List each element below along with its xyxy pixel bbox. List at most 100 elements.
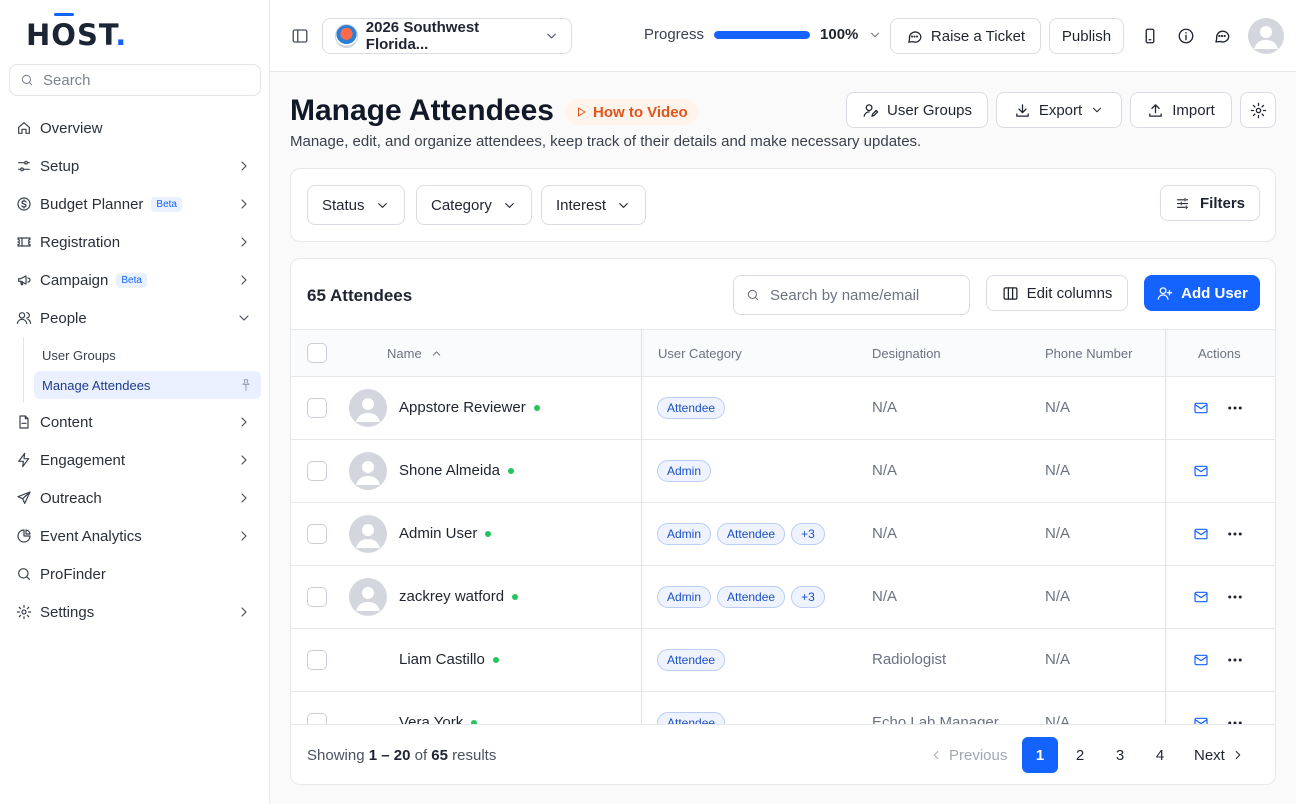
export-label: Export xyxy=(1038,101,1083,119)
sidebar-subitem-manage-attendees[interactable]: Manage Attendees xyxy=(34,371,261,399)
sidebar-item-content[interactable]: Content xyxy=(0,403,270,441)
how-to-video-link[interactable]: How to Video xyxy=(565,99,698,125)
search-icon xyxy=(18,568,30,580)
row-checkbox[interactable] xyxy=(307,398,327,418)
previous-page-button[interactable]: Previous xyxy=(929,737,1007,773)
table-row[interactable]: Liam Castillo Attendee Radiologist N/A xyxy=(291,629,1275,692)
table-row[interactable]: Appstore Reviewer Attendee N/A N/A xyxy=(291,377,1275,440)
mail-icon[interactable] xyxy=(1193,652,1209,668)
people-subnav: User Groups Manage Attendees xyxy=(23,337,270,403)
online-status-dot xyxy=(492,656,499,663)
beta-badge: Beta xyxy=(116,272,147,288)
how-to-video-label: How to Video xyxy=(593,103,688,121)
sidebar-item-overview[interactable]: Overview xyxy=(0,109,270,147)
sidebar-subitem-label: User Groups xyxy=(42,347,116,363)
export-button[interactable]: Export xyxy=(996,92,1122,128)
import-button[interactable]: Import xyxy=(1130,92,1232,128)
edit-columns-button[interactable]: Edit columns xyxy=(986,275,1128,311)
messages-icon[interactable] xyxy=(1213,27,1231,45)
mail-icon[interactable] xyxy=(1193,463,1209,479)
mail-icon[interactable] xyxy=(1193,526,1209,542)
sidebar-item-budget-planner[interactable]: Budget Planner Beta xyxy=(0,185,270,223)
row-checkbox[interactable] xyxy=(307,713,327,724)
sidebar-subitem-user-groups[interactable]: User Groups xyxy=(34,341,261,369)
interest-filter-dropdown[interactable]: Interest xyxy=(541,185,647,225)
user-category-tags: Attendee xyxy=(657,712,726,724)
user-plus-icon xyxy=(1157,286,1173,300)
sidebar-search-input[interactable]: Search xyxy=(9,64,261,96)
row-checkbox[interactable] xyxy=(307,587,327,607)
sidebar-item-settings[interactable]: Settings xyxy=(0,593,270,631)
add-user-button[interactable]: Add User xyxy=(1144,275,1260,311)
attendee-name[interactable]: Shone Almeida xyxy=(399,462,514,479)
table-row[interactable]: Shone Almeida Admin N/A N/A xyxy=(291,440,1275,503)
progress-indicator[interactable]: Progress 100% xyxy=(644,26,882,43)
user-groups-button[interactable]: User Groups xyxy=(846,92,988,128)
table-pagination: Showing 1 – 20 of 65 results Previous 12… xyxy=(291,724,1275,784)
category-filter-dropdown[interactable]: Category xyxy=(416,185,532,225)
status-filter-dropdown[interactable]: Status xyxy=(307,185,405,225)
column-header-phone[interactable]: Phone Number xyxy=(1045,346,1132,361)
actions-column-divider xyxy=(1165,329,1166,724)
more-options-icon[interactable] xyxy=(1226,714,1244,724)
page-1-button[interactable]: 1 xyxy=(1022,737,1058,773)
attendee-name[interactable]: zackrey watford xyxy=(399,588,519,605)
next-page-button[interactable]: Next xyxy=(1194,737,1245,773)
event-selector[interactable]: 2026 Southwest Florida... xyxy=(322,18,572,54)
publish-button[interactable]: Publish xyxy=(1049,18,1124,54)
sidebar-item-registration[interactable]: Registration xyxy=(0,223,270,261)
sidebar-item-setup[interactable]: Setup xyxy=(0,147,270,185)
page-4-button[interactable]: 4 xyxy=(1142,737,1178,773)
mail-icon[interactable] xyxy=(1193,589,1209,605)
designation-cell: Radiologist xyxy=(872,651,947,668)
settings-button[interactable] xyxy=(1240,92,1276,128)
mail-icon[interactable] xyxy=(1193,400,1209,416)
attendee-search-input[interactable]: Search by name/email xyxy=(733,275,970,315)
row-checkbox[interactable] xyxy=(307,650,327,670)
chevron-right-icon xyxy=(1235,750,1241,760)
sidebar-item-engagement[interactable]: Engagement xyxy=(0,441,270,479)
page-3-button[interactable]: 3 xyxy=(1102,737,1138,773)
row-checkbox[interactable] xyxy=(307,461,327,481)
sidebar-item-campaign[interactable]: Campaign Beta xyxy=(0,261,270,299)
chevron-right-icon xyxy=(241,493,247,503)
category-filter-label: Category xyxy=(431,196,492,214)
more-options-icon[interactable] xyxy=(1226,651,1244,669)
column-header-category[interactable]: User Category xyxy=(658,346,742,361)
column-header-designation[interactable]: Designation xyxy=(872,346,941,361)
chevron-right-icon xyxy=(241,531,247,541)
user-avatar[interactable] xyxy=(1248,18,1284,54)
page-2-button[interactable]: 2 xyxy=(1062,737,1098,773)
raise-ticket-button[interactable]: Raise a Ticket xyxy=(890,18,1041,54)
row-checkbox[interactable] xyxy=(307,524,327,544)
online-status-dot xyxy=(512,593,519,600)
phone-cell: N/A xyxy=(1045,588,1071,605)
info-icon[interactable] xyxy=(1177,27,1195,45)
designation-cell: N/A xyxy=(872,462,898,479)
attendee-name[interactable]: Liam Castillo xyxy=(399,651,499,668)
more-options-icon[interactable] xyxy=(1226,588,1244,606)
select-all-checkbox[interactable] xyxy=(307,343,327,363)
sidebar-item-people[interactable]: People xyxy=(0,299,270,337)
mobile-preview-icon[interactable] xyxy=(1141,27,1159,45)
table-row[interactable]: zackrey watford Admin Attendee +3 N/A N/A xyxy=(291,566,1275,629)
columns-icon xyxy=(1003,286,1018,300)
attendee-name[interactable]: Vera York xyxy=(399,714,478,724)
more-options-icon[interactable] xyxy=(1226,399,1244,417)
more-options-icon[interactable] xyxy=(1226,525,1244,543)
sidebar-item-profinder[interactable]: ProFinder xyxy=(0,555,270,593)
sidebar-toggle-icon[interactable] xyxy=(291,27,309,45)
sidebar-item-outreach[interactable]: Outreach xyxy=(0,479,270,517)
sidebar-item-event-analytics[interactable]: Event Analytics xyxy=(0,517,270,555)
attendee-name[interactable]: Admin User xyxy=(399,525,492,542)
attendee-search-placeholder: Search by name/email xyxy=(770,286,920,304)
host-logo[interactable]: HOST. xyxy=(26,13,127,52)
pin-icon[interactable] xyxy=(239,378,253,392)
mail-icon[interactable] xyxy=(1193,715,1209,724)
table-row[interactable]: Admin User Admin Attendee +3 N/A N/A xyxy=(291,503,1275,566)
table-row[interactable]: Vera York Attendee Echo Lab Manager N/A xyxy=(291,692,1275,724)
column-header-name[interactable]: Name xyxy=(387,346,443,361)
chevron-down-icon xyxy=(871,32,880,37)
filters-button[interactable]: Filters xyxy=(1160,185,1261,221)
attendee-name[interactable]: Appstore Reviewer xyxy=(399,399,540,416)
